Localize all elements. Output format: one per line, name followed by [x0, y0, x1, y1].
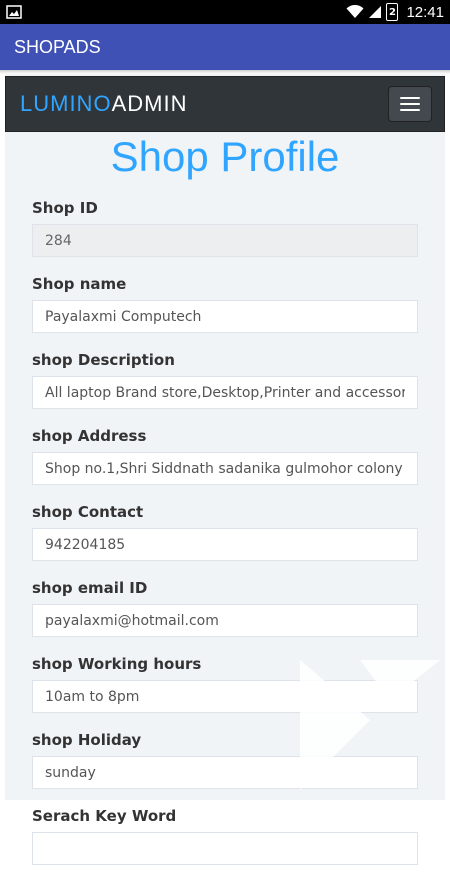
- field-search-keyword: Serach Key Word: [32, 804, 418, 865]
- shop-name-label: Shop name: [32, 275, 127, 293]
- field-shop-address: shop Address: [32, 424, 418, 485]
- menu-bar-icon: [400, 109, 420, 111]
- brand-part-lumino: LUMINO: [20, 91, 112, 116]
- status-left: [6, 5, 22, 19]
- brand-logo[interactable]: LUMINOADMIN: [20, 91, 187, 117]
- shop-address-label: shop Address: [32, 427, 147, 445]
- shop-address-input[interactable]: [32, 452, 418, 485]
- shop-email-label: shop email ID: [32, 579, 148, 597]
- menu-bar-icon: [400, 103, 420, 105]
- shop-profile-form: Shop ID Shop name shop Description shop …: [32, 196, 418, 880]
- shop-id-label: Shop ID: [32, 199, 98, 217]
- web-content: LUMINOADMIN Shop Profile Shop ID Shop na…: [0, 74, 450, 865]
- search-keyword-label: Serach Key Word: [32, 807, 177, 825]
- signal-icon: [369, 6, 382, 18]
- admin-navbar: LUMINOADMIN: [5, 76, 445, 132]
- search-keyword-input[interactable]: [32, 832, 418, 865]
- battery-icon: 2: [386, 3, 399, 21]
- shop-working-hours-input[interactable]: [32, 680, 418, 713]
- shop-email-input[interactable]: [32, 604, 418, 637]
- menu-bar-icon: [400, 97, 420, 99]
- shop-name-input[interactable]: [32, 300, 418, 333]
- app-title: SHOPADS: [14, 36, 101, 57]
- app-bar: SHOPADS: [0, 24, 450, 70]
- status-bar: 2 12:41: [0, 0, 450, 24]
- field-shop-name: Shop name: [32, 272, 418, 333]
- image-notification-icon: [6, 5, 22, 19]
- hamburger-menu-button[interactable]: [388, 86, 432, 122]
- field-shop-working-hours: shop Working hours: [32, 652, 418, 713]
- wifi-icon: [346, 5, 364, 18]
- brand-part-admin: ADMIN: [111, 91, 188, 116]
- field-shop-id: Shop ID: [32, 196, 418, 257]
- shop-working-hours-label: shop Working hours: [32, 655, 202, 673]
- field-shop-email: shop email ID: [32, 576, 418, 637]
- shop-id-input[interactable]: [32, 224, 418, 257]
- shop-description-input[interactable]: [32, 376, 418, 409]
- field-shop-holiday: shop Holiday: [32, 728, 418, 789]
- shop-holiday-label: shop Holiday: [32, 731, 142, 749]
- status-right: 2 12:41: [346, 3, 444, 21]
- field-shop-description: shop Description: [32, 348, 418, 409]
- status-time: 12:41: [406, 3, 444, 21]
- shop-holiday-input[interactable]: [32, 756, 418, 789]
- shop-description-label: shop Description: [32, 351, 175, 369]
- field-shop-contact: shop Contact: [32, 500, 418, 561]
- shop-contact-input[interactable]: [32, 528, 418, 561]
- profile-panel: LUMINOADMIN Shop Profile Shop ID Shop na…: [5, 74, 445, 865]
- page-title: Shop Profile: [110, 133, 340, 180]
- shop-contact-label: shop Contact: [32, 503, 144, 521]
